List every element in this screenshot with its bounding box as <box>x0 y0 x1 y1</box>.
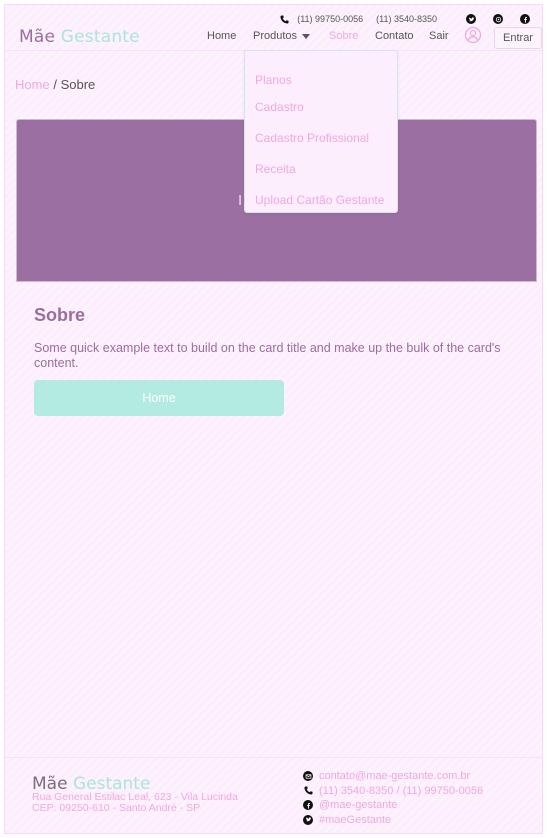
twitter-icon <box>303 814 313 825</box>
footer-address: Rua General Estilac Leal, 623 - Vila Luc… <box>32 792 238 814</box>
dropdown-item-cadastro[interactable]: Cadastro <box>255 100 304 114</box>
nav-produtos-label: Produtos <box>253 30 298 42</box>
twitter-icon[interactable] <box>466 14 476 24</box>
footer-email[interactable]: contato@mae-gestante.com.br <box>319 770 470 782</box>
footer-contacts: contato@mae-gestante.com.br (11) 3540-83… <box>303 769 483 827</box>
dropdown-item-receita[interactable]: Receita <box>255 162 296 176</box>
phone-icon <box>280 14 289 24</box>
nav-sobre[interactable]: Sobre <box>329 30 358 42</box>
home-button[interactable]: Home <box>34 380 284 416</box>
nav-produtos[interactable]: Produtos <box>253 30 311 42</box>
breadcrumb: Home / Sobre <box>15 77 95 92</box>
footer-divider <box>5 757 542 758</box>
produtos-dropdown-menu: Planos Cadastro Cadastro Profissional Re… <box>244 50 398 213</box>
dropdown-item-cadastro-profissional[interactable]: Cadastro Profissional <box>255 131 369 145</box>
breadcrumb-current: Sobre <box>60 77 96 92</box>
email-icon <box>303 771 313 782</box>
breadcrumb-home[interactable]: Home <box>15 77 50 92</box>
dropdown-item-planos[interactable]: Planos <box>255 73 292 87</box>
user-icon[interactable] <box>464 26 482 44</box>
brand-logo[interactable]: Mãe Gestante <box>19 27 140 47</box>
facebook-icon[interactable] <box>520 14 530 24</box>
footer-facebook-row: @mae-gestante <box>303 798 483 813</box>
dropdown-item-upload-cartao[interactable]: Upload Cartão Gestante <box>255 193 384 207</box>
card-text: Some quick example text to build on the … <box>34 341 501 370</box>
phone-contact: (11) 99750-0056 (11) 3540-8350 <box>280 14 437 24</box>
facebook-icon <box>303 800 313 811</box>
whatsapp-icon[interactable] <box>493 14 503 24</box>
brand-name-part1: Mãe <box>19 27 56 47</box>
footer-twitter[interactable]: #maeGestante <box>319 814 391 826</box>
footer-email-row: contato@mae-gestante.com.br <box>303 769 483 784</box>
phone-2[interactable]: (11) 3540-8350 <box>376 14 437 24</box>
entrar-button[interactable]: Entrar <box>494 27 542 49</box>
card-title: Sobre <box>34 305 86 325</box>
nav-sair[interactable]: Sair <box>429 30 449 42</box>
footer-phones[interactable]: (11) 3540-8350 / (11) 99750-0056 <box>319 785 483 797</box>
phone-icon <box>303 786 313 796</box>
footer-phone-row: (11) 3540-8350 / (11) 99750-0056 <box>303 784 483 799</box>
footer-facebook[interactable]: @mae-gestante <box>319 799 397 811</box>
chevron-down-icon <box>302 33 311 39</box>
nav-contato[interactable]: Contato <box>375 30 414 42</box>
page: (11) 99750-0056 (11) 3540-8350 Mãe Gesta… <box>4 4 543 834</box>
breadcrumb-separator: / <box>53 77 57 92</box>
brand-name-part2: Gestante <box>60 27 140 47</box>
nav-home[interactable]: Home <box>207 30 236 42</box>
footer-twitter-row: #maeGestante <box>303 813 483 828</box>
card-image-label: I <box>238 192 243 209</box>
address-line-2: CEP: 09250-610 - Santo André - SP <box>32 802 201 814</box>
contact-bar: (11) 99750-0056 (11) 3540-8350 <box>280 11 530 27</box>
phone-1[interactable]: (11) 99750-0056 <box>297 14 363 24</box>
